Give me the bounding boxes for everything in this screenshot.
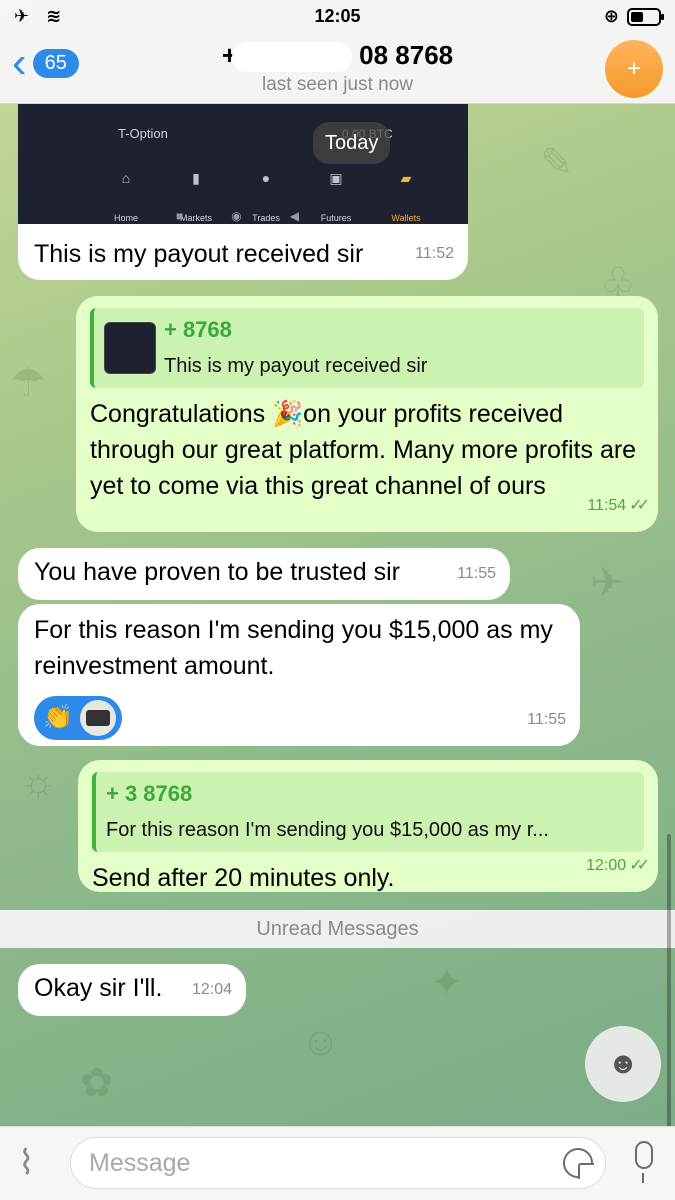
scrollbar[interactable] bbox=[667, 834, 671, 1126]
clapping-hands-icon: 👏 bbox=[40, 700, 76, 736]
message-text: Congratulations 🎉on your profits receive… bbox=[90, 400, 637, 500]
status-right: ⊕ bbox=[603, 6, 664, 27]
date-pill: Today bbox=[313, 122, 391, 164]
futures-icon: ▣ bbox=[329, 170, 343, 186]
message-incoming[interactable]: For this reason I'm sending you $15,000 … bbox=[18, 604, 580, 746]
reaction-pill[interactable]: 👏 bbox=[34, 696, 122, 740]
composer-bar: ⌇ bbox=[0, 1126, 675, 1200]
trading-tab-active: ▰ Wallets bbox=[386, 160, 426, 236]
chat-title: + 08 8768 bbox=[0, 40, 675, 73]
coin-icon: ● bbox=[261, 170, 271, 186]
bar-chart-icon: ▮ bbox=[192, 170, 200, 186]
message-input-box[interactable] bbox=[70, 1137, 606, 1189]
chat-avatar[interactable]: + bbox=[605, 40, 663, 98]
microphone-icon[interactable] bbox=[635, 1141, 653, 1183]
status-bar: ✈ ≋ 12:05 ⊕ bbox=[0, 4, 675, 30]
reactor-avatar bbox=[80, 700, 116, 736]
message-time: 12:04 bbox=[191, 981, 232, 998]
message-text: Send after 20 minutes only. bbox=[92, 864, 395, 892]
double-check-icon: ✓✓ bbox=[629, 857, 650, 874]
trading-app-screenshot[interactable]: T-Option 0.00 BTC ⌂Home ▮Markets ●Trades… bbox=[18, 104, 468, 224]
battery-icon bbox=[627, 7, 664, 26]
message-text: For this reason I'm sending you $15,000 … bbox=[34, 616, 553, 680]
status-time: 12:05 bbox=[314, 6, 361, 26]
unread-divider: Unread Messages bbox=[0, 910, 675, 948]
message-input[interactable] bbox=[89, 1138, 549, 1188]
reply-thumbnail bbox=[104, 322, 156, 374]
sticker-icon[interactable] bbox=[563, 1148, 594, 1179]
last-seen: last seen just now bbox=[261, 74, 414, 96]
reply-author: + 8768 bbox=[164, 317, 232, 342]
message-text: This is my payout received sir bbox=[34, 240, 364, 268]
message-meta: 11:54 ✓✓ bbox=[587, 497, 650, 514]
reply-text: For this reason I'm sending you $15,000 … bbox=[106, 819, 549, 841]
wallet-icon: ▰ bbox=[400, 170, 412, 186]
chat-header-info[interactable]: + 08 8768 last seen just now bbox=[0, 40, 675, 96]
message-time: 11:55 bbox=[457, 565, 496, 582]
message-meta: 12:00 ✓✓ bbox=[586, 857, 650, 874]
bot-menu-icon[interactable]: ☻ bbox=[585, 1026, 661, 1102]
android-nav: ■ ◉ ◀ bbox=[176, 198, 299, 234]
message-time: 11:55 bbox=[527, 711, 566, 728]
message-time: 11:52 bbox=[415, 245, 454, 262]
trading-tab: ▣ Futures bbox=[316, 160, 356, 236]
message-text: Okay sir I'll. bbox=[34, 974, 163, 1002]
home-icon: ⌂ bbox=[121, 170, 131, 186]
lock-rotation-icon: ⊕ bbox=[603, 6, 619, 26]
double-check-icon: ✓✓ bbox=[629, 497, 650, 514]
message-outgoing[interactable]: + 3 8768 For this reason I'm sending you… bbox=[78, 760, 658, 892]
back-triangle-icon: ◀ bbox=[289, 209, 299, 223]
paperclip-icon[interactable]: ⌇ bbox=[18, 1143, 35, 1183]
message-incoming[interactable]: T-Option 0.00 BTC ⌂Home ▮Markets ●Trades… bbox=[18, 104, 468, 280]
reply-preview[interactable]: + 8768 This is my payout received sir bbox=[90, 308, 644, 388]
square-icon: ■ bbox=[176, 209, 184, 223]
trading-tab: ⌂ Home bbox=[106, 160, 146, 236]
reply-author: + 3 8768 bbox=[106, 781, 193, 806]
message-incoming[interactable]: You have proven to be trusted sir 11:55 bbox=[18, 548, 510, 600]
message-incoming[interactable]: Okay sir I'll. 12:04 bbox=[18, 964, 246, 1016]
reply-preview[interactable]: + 3 8768 For this reason I'm sending you… bbox=[92, 772, 644, 852]
message-list[interactable]: T-Option 0.00 BTC ⌂Home ▮Markets ●Trades… bbox=[0, 104, 675, 1126]
top-bar: ✈ ≋ 12:05 ⊕ ‹ 65 + 08 8768 last seen jus… bbox=[0, 0, 675, 104]
message-text: You have proven to be trusted sir bbox=[34, 558, 400, 586]
trading-brand: T-Option bbox=[118, 126, 168, 141]
reply-text: This is my payout received sir bbox=[164, 355, 428, 377]
circle-icon: ◉ bbox=[231, 209, 242, 223]
chat-title-visible: 08 8768 bbox=[359, 40, 454, 70]
message-outgoing[interactable]: + 8768 This is my payout received sir Co… bbox=[76, 296, 658, 532]
